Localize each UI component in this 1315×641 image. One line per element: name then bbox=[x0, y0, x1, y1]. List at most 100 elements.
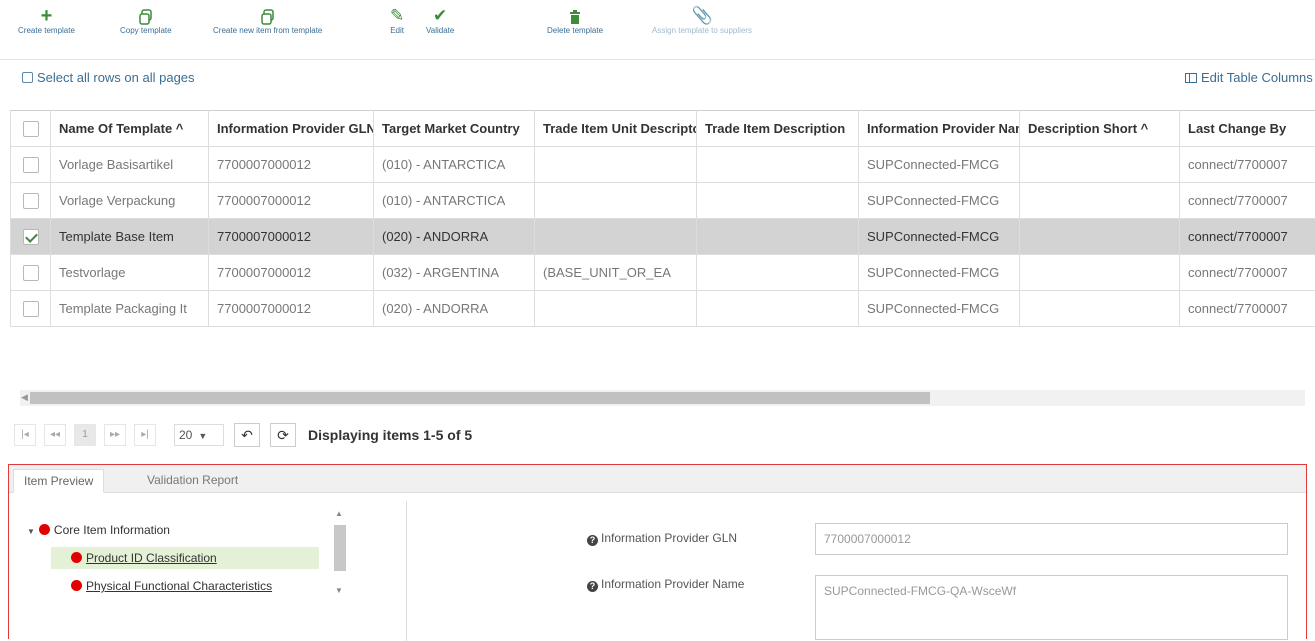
last-page-button[interactable]: ▸| bbox=[134, 424, 156, 446]
table-cell: SUPConnected-FMCG bbox=[859, 255, 1020, 291]
tab-item-preview[interactable]: Item Preview bbox=[13, 469, 104, 493]
scroll-left-icon[interactable]: ◀ bbox=[21, 392, 28, 403]
table-cell: 7700007000012 bbox=[209, 219, 374, 255]
reset-button[interactable]: ↶ bbox=[234, 423, 260, 447]
help-icon[interactable]: ? bbox=[587, 581, 598, 592]
table-cell: connect/7700007 bbox=[1180, 255, 1315, 291]
column-header-information-provider-name[interactable]: Information Provider Name bbox=[859, 111, 1020, 147]
copy-icon bbox=[120, 6, 172, 26]
scrollbar-thumb[interactable] bbox=[334, 525, 346, 571]
caret-down-icon[interactable]: ▼ bbox=[27, 521, 35, 543]
scrollbar-thumb[interactable] bbox=[30, 392, 930, 404]
table-cell bbox=[535, 147, 697, 183]
column-header-trade-item-unit-descriptor[interactable]: Trade Item Unit Descriptor bbox=[535, 111, 697, 147]
table-cell: SUPConnected-FMCG bbox=[859, 183, 1020, 219]
table-cell: (020) - ANDORRA bbox=[374, 219, 535, 255]
current-page-button[interactable]: 1 bbox=[74, 424, 96, 446]
table-row[interactable]: Vorlage Basisartikel 7700007000012 (010)… bbox=[11, 147, 1315, 183]
table-cell bbox=[1020, 219, 1180, 255]
table-row[interactable]: Testvorlage 7700007000012 (032) - ARGENT… bbox=[11, 255, 1315, 291]
table-cell bbox=[535, 219, 697, 255]
row-checkbox[interactable] bbox=[11, 255, 51, 291]
table-cell: Vorlage Verpackung bbox=[51, 183, 209, 219]
tree-node-core-item-information[interactable]: ▼Core Item Information bbox=[27, 519, 170, 541]
select-all-checkbox[interactable] bbox=[11, 111, 51, 147]
select-all-rows-link[interactable]: Select all rows on all pages bbox=[22, 70, 195, 85]
tree-node-physical-functional-characteristics[interactable]: Physical Functional Characteristics bbox=[71, 575, 272, 597]
row-checkbox[interactable] bbox=[11, 219, 51, 255]
table-row[interactable]: Template Packaging It 7700007000012 (020… bbox=[11, 291, 1315, 327]
checkmark-icon bbox=[23, 229, 39, 245]
columns-icon bbox=[1185, 73, 1197, 83]
column-header-last-change-by[interactable]: Last Change By bbox=[1180, 111, 1315, 147]
table-row[interactable]: Vorlage Verpackung 7700007000012 (010) -… bbox=[11, 183, 1315, 219]
toolbar: + Create template Copy template Create n… bbox=[0, 0, 1315, 60]
column-header-target-market-country[interactable]: Target Market Country bbox=[374, 111, 535, 147]
plus-icon: + bbox=[18, 6, 75, 26]
previous-page-button[interactable]: ◂◂ bbox=[44, 424, 66, 446]
edit-table-columns-link[interactable]: Edit Table Columns bbox=[1185, 70, 1315, 85]
scroll-up-icon[interactable]: ▲ bbox=[335, 509, 343, 518]
information-provider-gln-field[interactable]: 7700007000012 bbox=[815, 523, 1288, 555]
create-template-button[interactable]: + Create template bbox=[18, 6, 75, 35]
information-provider-name-label: ?Information Provider Name bbox=[587, 577, 744, 592]
row-checkbox[interactable] bbox=[11, 291, 51, 327]
refresh-icon: ⟳ bbox=[277, 427, 289, 443]
page-size-select[interactable]: 20▼ bbox=[174, 424, 224, 446]
table-cell bbox=[1020, 147, 1180, 183]
table-cell bbox=[697, 219, 859, 255]
tab-validation-report[interactable]: Validation Report bbox=[137, 469, 248, 493]
assign-template-button[interactable]: 📎 Assign template to suppliers bbox=[652, 6, 752, 35]
column-header-name-of-template[interactable]: Name Of Template ^ bbox=[51, 111, 209, 147]
edit-button[interactable]: ✎ Edit bbox=[390, 6, 404, 35]
row-checkbox[interactable] bbox=[11, 183, 51, 219]
table-cell: Template Base Item bbox=[51, 219, 209, 255]
chevron-down-icon: ▼ bbox=[198, 431, 207, 441]
table-cell: SUPConnected-FMCG bbox=[859, 147, 1020, 183]
table-cell bbox=[697, 255, 859, 291]
table-cell: connect/7700007 bbox=[1180, 183, 1315, 219]
column-header-trade-item-description[interactable]: Trade Item Description bbox=[697, 111, 859, 147]
table-cell: connect/7700007 bbox=[1180, 219, 1315, 255]
grid-header-row: Name Of Template ^ Information Provider … bbox=[11, 111, 1315, 147]
table-cell: Vorlage Basisartikel bbox=[51, 147, 209, 183]
table-cell bbox=[697, 147, 859, 183]
column-header-description-short[interactable]: Description Short ^ bbox=[1020, 111, 1180, 147]
table-cell: Template Packaging It bbox=[51, 291, 209, 327]
first-page-button[interactable]: |◂ bbox=[14, 424, 36, 446]
table-cell: 7700007000012 bbox=[209, 183, 374, 219]
table-cell bbox=[535, 291, 697, 327]
section-tree: ▼Core Item Information Product ID Classi… bbox=[9, 501, 407, 641]
tree-node-product-id-classification[interactable]: Product ID Classification bbox=[51, 547, 319, 569]
table-cell: (BASE_UNIT_OR_EA bbox=[535, 255, 697, 291]
panel-tabs: Item Preview Validation Report bbox=[9, 465, 1306, 493]
row-checkbox[interactable] bbox=[11, 147, 51, 183]
horizontal-scrollbar[interactable]: ◀ bbox=[20, 390, 1305, 406]
table-cell: (032) - ARGENTINA bbox=[374, 255, 535, 291]
create-item-from-template-button[interactable]: Create new item from template bbox=[213, 6, 322, 35]
refresh-button[interactable]: ⟳ bbox=[270, 423, 296, 447]
delete-template-button[interactable]: Delete template bbox=[547, 6, 603, 35]
trash-icon bbox=[547, 6, 603, 26]
paperclip-icon: 📎 bbox=[652, 6, 752, 26]
tree-vertical-scrollbar[interactable]: ▲ ▼ bbox=[331, 509, 349, 597]
checkbox-icon bbox=[22, 72, 33, 83]
table-cell: connect/7700007 bbox=[1180, 147, 1315, 183]
table-row-selected[interactable]: Template Base Item 7700007000012 (020) -… bbox=[11, 219, 1315, 255]
table-cell: 7700007000012 bbox=[209, 291, 374, 327]
table-cell bbox=[1020, 183, 1180, 219]
pencil-icon: ✎ bbox=[390, 6, 404, 26]
table-cell: 7700007000012 bbox=[209, 147, 374, 183]
information-provider-gln-label: ?Information Provider GLN bbox=[587, 531, 737, 546]
table-cell: Testvorlage bbox=[51, 255, 209, 291]
column-header-information-provider-gln[interactable]: Information Provider GLN bbox=[209, 111, 374, 147]
help-icon[interactable]: ? bbox=[587, 535, 598, 546]
table-cell bbox=[697, 291, 859, 327]
scroll-down-icon[interactable]: ▼ bbox=[335, 586, 343, 595]
pagination-info: Displaying items 1-5 of 5 bbox=[308, 427, 472, 443]
error-dot-icon bbox=[39, 524, 50, 535]
information-provider-name-field[interactable]: SUPConnected-FMCG-QA-WsceWf bbox=[815, 575, 1288, 640]
next-page-button[interactable]: ▸▸ bbox=[104, 424, 126, 446]
copy-template-button[interactable]: Copy template bbox=[120, 6, 172, 35]
validate-button[interactable]: ✔ Validate bbox=[426, 6, 454, 35]
